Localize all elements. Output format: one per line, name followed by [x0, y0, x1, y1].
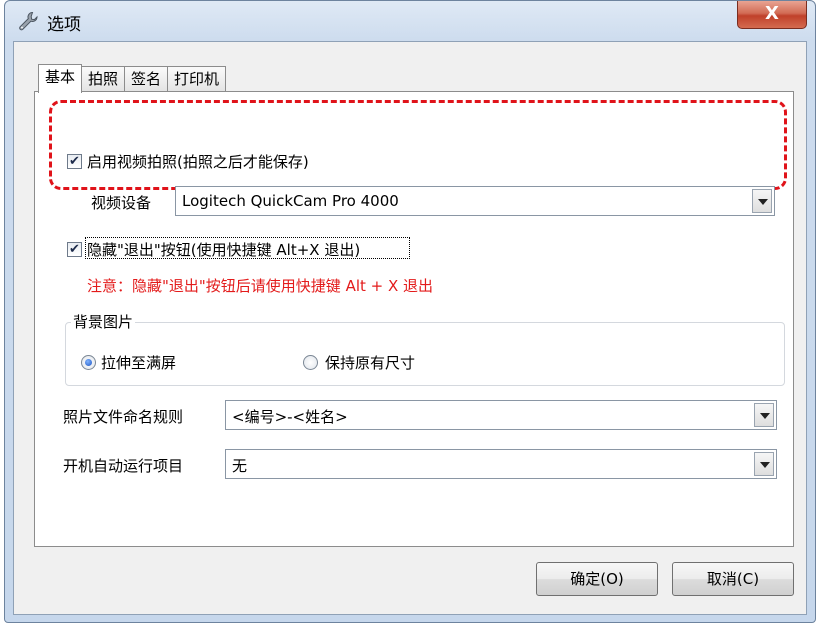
tab-strip: 基本 拍照 签名 打印机 — [38, 64, 227, 93]
hide-exit-button-checkbox[interactable]: ✔ — [67, 242, 82, 257]
startup-item-value: 无 — [232, 457, 248, 475]
checkmark-icon: ✔ — [69, 154, 80, 169]
chevron-down-icon[interactable] — [752, 189, 772, 213]
chevron-down-icon[interactable] — [754, 452, 774, 476]
tab-capture[interactable]: 拍照 — [81, 66, 126, 92]
chevron-down-icon[interactable] — [754, 403, 774, 427]
enable-video-capture-checkbox[interactable]: ✔ — [67, 154, 82, 169]
video-device-label: 视频设备 — [91, 194, 152, 212]
tab-basic[interactable]: 基本 — [38, 64, 83, 93]
tab-signature[interactable]: 签名 — [124, 66, 169, 92]
tab-printer[interactable]: 打印机 — [167, 66, 227, 92]
startup-item-select[interactable]: 无 — [225, 449, 777, 479]
window-title: 选项 — [47, 15, 81, 35]
photo-naming-select[interactable]: <编号>-<姓名> — [225, 400, 777, 430]
options-dialog: 选项 X 基本 拍照 签名 打印机 ✔ 启用视频拍照(拍照之后才能保存) 视频设… — [4, 0, 816, 623]
enable-video-capture-label: 启用视频拍照(拍照之后才能保存) — [87, 153, 309, 171]
radio-stretch-fullscreen[interactable] — [81, 355, 96, 370]
ok-button[interactable]: 确定(O) — [536, 562, 658, 596]
photo-naming-value: <编号>-<姓名> — [232, 408, 348, 426]
hide-exit-button-label: 隐藏"退出"按钮(使用快捷键 Alt+X 退出) — [87, 241, 361, 259]
exit-shortcut-warning: 注意：隐藏"退出"按钮后请使用快捷键 Alt + X 退出 — [87, 277, 434, 295]
video-device-select[interactable]: Logitech QuickCam Pro 4000 — [175, 186, 775, 216]
keep-original-size-label: 保持原有尺寸 — [325, 354, 416, 372]
title-bar[interactable]: 选项 X — [5, 1, 815, 41]
highlight-annotation — [49, 100, 787, 190]
close-button[interactable]: X — [737, 1, 807, 29]
dialog-client-area: 基本 拍照 签名 打印机 ✔ 启用视频拍照(拍照之后才能保存) 视频设备 Log… — [13, 41, 807, 615]
video-device-value: Logitech QuickCam Pro 4000 — [182, 192, 399, 210]
photo-naming-label: 照片文件命名规则 — [63, 408, 184, 426]
basic-tab-panel: ✔ 启用视频拍照(拍照之后才能保存) 视频设备 Logitech QuickCa… — [34, 91, 794, 547]
stretch-fullscreen-label: 拉伸至满屏 — [101, 354, 177, 372]
startup-item-label: 开机自动运行项目 — [63, 457, 184, 475]
checkmark-icon: ✔ — [69, 242, 80, 257]
background-image-group-title: 背景图片 — [71, 311, 136, 332]
wrench-icon — [19, 11, 38, 31]
cancel-button[interactable]: 取消(C) — [672, 562, 794, 596]
radio-keep-original-size[interactable] — [303, 355, 318, 370]
